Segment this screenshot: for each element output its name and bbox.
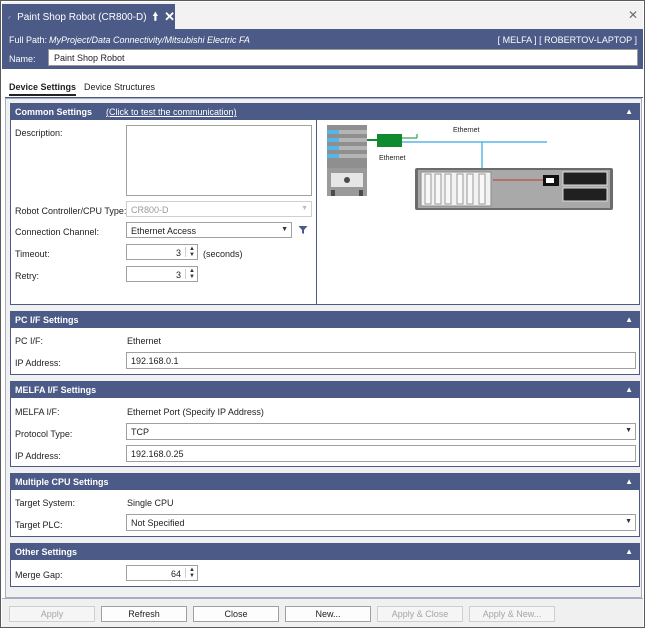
refresh-button[interactable]: Refresh [101, 606, 187, 622]
settings-tabs: Device Settings Device Structures [9, 82, 155, 96]
name-input[interactable]: Paint Shop Robot [48, 49, 638, 66]
name-label: Name: [9, 54, 36, 64]
pc-if-settings-header[interactable]: PC I/F Settings ▲ [11, 312, 639, 328]
collapse-icon[interactable]: ▲ [625, 107, 633, 116]
other-settings-header[interactable]: Other Settings ▲ [11, 544, 639, 560]
pin-icon[interactable]: 🠙 [153, 8, 159, 27]
timeout-value: 3 [175, 248, 181, 258]
cpu-type-label: Robot Controller/CPU Type: [15, 206, 127, 216]
melfa-if-settings-title: MELFA I/F Settings [15, 385, 97, 395]
spin-down-icon[interactable]: ▼ [189, 573, 195, 579]
connection-channel-label: Connection Channel: [15, 227, 100, 237]
ethernet-label-top: Ethernet [453, 127, 480, 134]
common-settings-header[interactable]: Common Settings (Click to test the commu… [11, 104, 639, 120]
tab-device-structures[interactable]: Device Structures [84, 82, 155, 96]
retry-label: Retry: [15, 271, 40, 281]
ethernet-adapter-icon [367, 134, 418, 147]
target-system-value: Single CPU [127, 498, 174, 508]
window-close-icon[interactable]: ✕ [628, 8, 638, 22]
full-path-value: MyProject/Data Connectivity/Mitsubishi E… [49, 35, 250, 45]
melfa-ip-label: IP Address: [15, 451, 61, 461]
document-tab[interactable]: Paint Shop Robot (CR800-D) 🠙 ✕ [2, 4, 175, 30]
melfa-if-label: MELFA I/F: [15, 407, 60, 417]
cpu-type-value: CR800-D [131, 205, 169, 215]
protocol-type-label: Protocol Type: [15, 429, 73, 439]
pc-if-value: Ethernet [127, 336, 162, 346]
action-bar: Apply Refresh Close New... Apply & Close… [2, 598, 643, 627]
connection-channel-select[interactable]: Ethernet Access ▼ [126, 222, 292, 238]
other-settings-section: Other Settings ▲ Merge Gap: 64 ▲ ▼ [10, 543, 640, 587]
spin-down-icon[interactable]: ▼ [189, 274, 195, 280]
merge-gap-stepper[interactable]: 64 ▲ ▼ [126, 565, 198, 581]
collapse-icon[interactable]: ▲ [625, 315, 633, 324]
target-plc-value: Not Specified [131, 518, 185, 528]
apply-close-button[interactable]: Apply & Close [377, 606, 463, 622]
connection-diagram-graphic: Ethernet Ethernet [327, 125, 613, 210]
chevron-down-icon: ▼ [281, 226, 288, 233]
full-path-label: Full Path: [9, 35, 48, 45]
other-settings-title: Other Settings [15, 547, 78, 557]
merge-gap-value: 64 [170, 569, 181, 579]
retry-value: 3 [175, 270, 181, 280]
pc-if-settings-section: PC I/F Settings ▲ PC I/F: Ethernet IP Ad… [10, 311, 640, 375]
retry-stepper[interactable]: 3 ▲ ▼ [126, 266, 198, 282]
robot-arm-icon [8, 15, 11, 19]
document-tab-title: Paint Shop Robot (CR800-D) [17, 11, 147, 23]
pc-ip-input[interactable]: 192.168.0.1 [126, 352, 636, 369]
multiple-cpu-settings-section: Multiple CPU Settings ▲ Target System: S… [10, 473, 640, 537]
pc-if-settings-title: PC I/F Settings [15, 315, 79, 325]
common-settings-title: Common Settings [15, 107, 93, 117]
apply-button[interactable]: Apply [9, 606, 95, 622]
cpu-type-select[interactable]: CR800-D ▼ [126, 201, 312, 217]
melfa-ip-input[interactable]: 192.168.0.25 [126, 445, 636, 462]
multiple-cpu-settings-title: Multiple CPU Settings [15, 477, 109, 487]
collapse-icon[interactable]: ▲ [625, 547, 633, 556]
device-settings-window: Paint Shop Robot (CR800-D) 🠙 ✕ ✕ Full Pa… [0, 0, 645, 628]
melfa-if-settings-section: MELFA I/F Settings ▲ MELFA I/F: Ethernet… [10, 381, 640, 467]
melfa-if-value: Ethernet Port (Specify IP Address) [127, 407, 264, 417]
chevron-down-icon: ▼ [301, 205, 308, 212]
spin-down-icon[interactable]: ▼ [189, 252, 195, 258]
pc-ip-label: IP Address: [15, 358, 61, 368]
filter-icon[interactable] [298, 225, 308, 235]
timeout-stepper[interactable]: 3 ▲ ▼ [126, 244, 198, 260]
new-button[interactable]: New... [285, 606, 371, 622]
tab-device-settings[interactable]: Device Settings [9, 82, 77, 96]
protocol-type-select[interactable]: TCP ▼ [126, 423, 636, 440]
chevron-down-icon: ▼ [625, 427, 632, 434]
protocol-type-value: TCP [131, 427, 149, 437]
close-icon[interactable]: ✕ [164, 9, 175, 25]
description-textarea[interactable] [126, 125, 312, 196]
connection-diagram: Ethernet Ethernet [317, 120, 639, 304]
target-plc-label: Target PLC: [15, 520, 63, 530]
ethernet-label-left: Ethernet [379, 155, 406, 162]
target-system-label: Target System: [15, 498, 76, 508]
pc-icon [327, 125, 367, 196]
settings-content[interactable]: Common Settings (Click to test the commu… [5, 98, 642, 598]
path-bar: Full Path: MyProject/Data Connectivity/M… [2, 30, 643, 69]
document-tab-bar: Paint Shop Robot (CR800-D) 🠙 ✕ ✕ [2, 2, 643, 30]
robot-controller-icon [415, 168, 613, 210]
collapse-icon[interactable]: ▲ [625, 385, 633, 394]
test-communication-link[interactable]: (Click to test the communication) [106, 107, 237, 117]
apply-new-button[interactable]: Apply & New... [469, 606, 555, 622]
timeout-label: Timeout: [15, 249, 50, 259]
close-button[interactable]: Close [193, 606, 279, 622]
merge-gap-label: Merge Gap: [15, 570, 63, 580]
host-info: [ MELFA ] [ ROBERTOV-LAPTOP ] [497, 35, 637, 45]
chevron-down-icon: ▼ [625, 518, 632, 525]
timeout-unit: (seconds) [203, 249, 243, 259]
target-plc-select[interactable]: Not Specified ▼ [126, 514, 636, 531]
pc-if-label: PC I/F: [15, 336, 44, 346]
multiple-cpu-settings-header[interactable]: Multiple CPU Settings ▲ [11, 474, 639, 490]
melfa-if-settings-header[interactable]: MELFA I/F Settings ▲ [11, 382, 639, 398]
collapse-icon[interactable]: ▲ [625, 477, 633, 486]
common-settings-section: Common Settings (Click to test the commu… [10, 103, 640, 305]
description-label: Description: [15, 128, 63, 138]
connection-channel-value: Ethernet Access [131, 226, 197, 236]
